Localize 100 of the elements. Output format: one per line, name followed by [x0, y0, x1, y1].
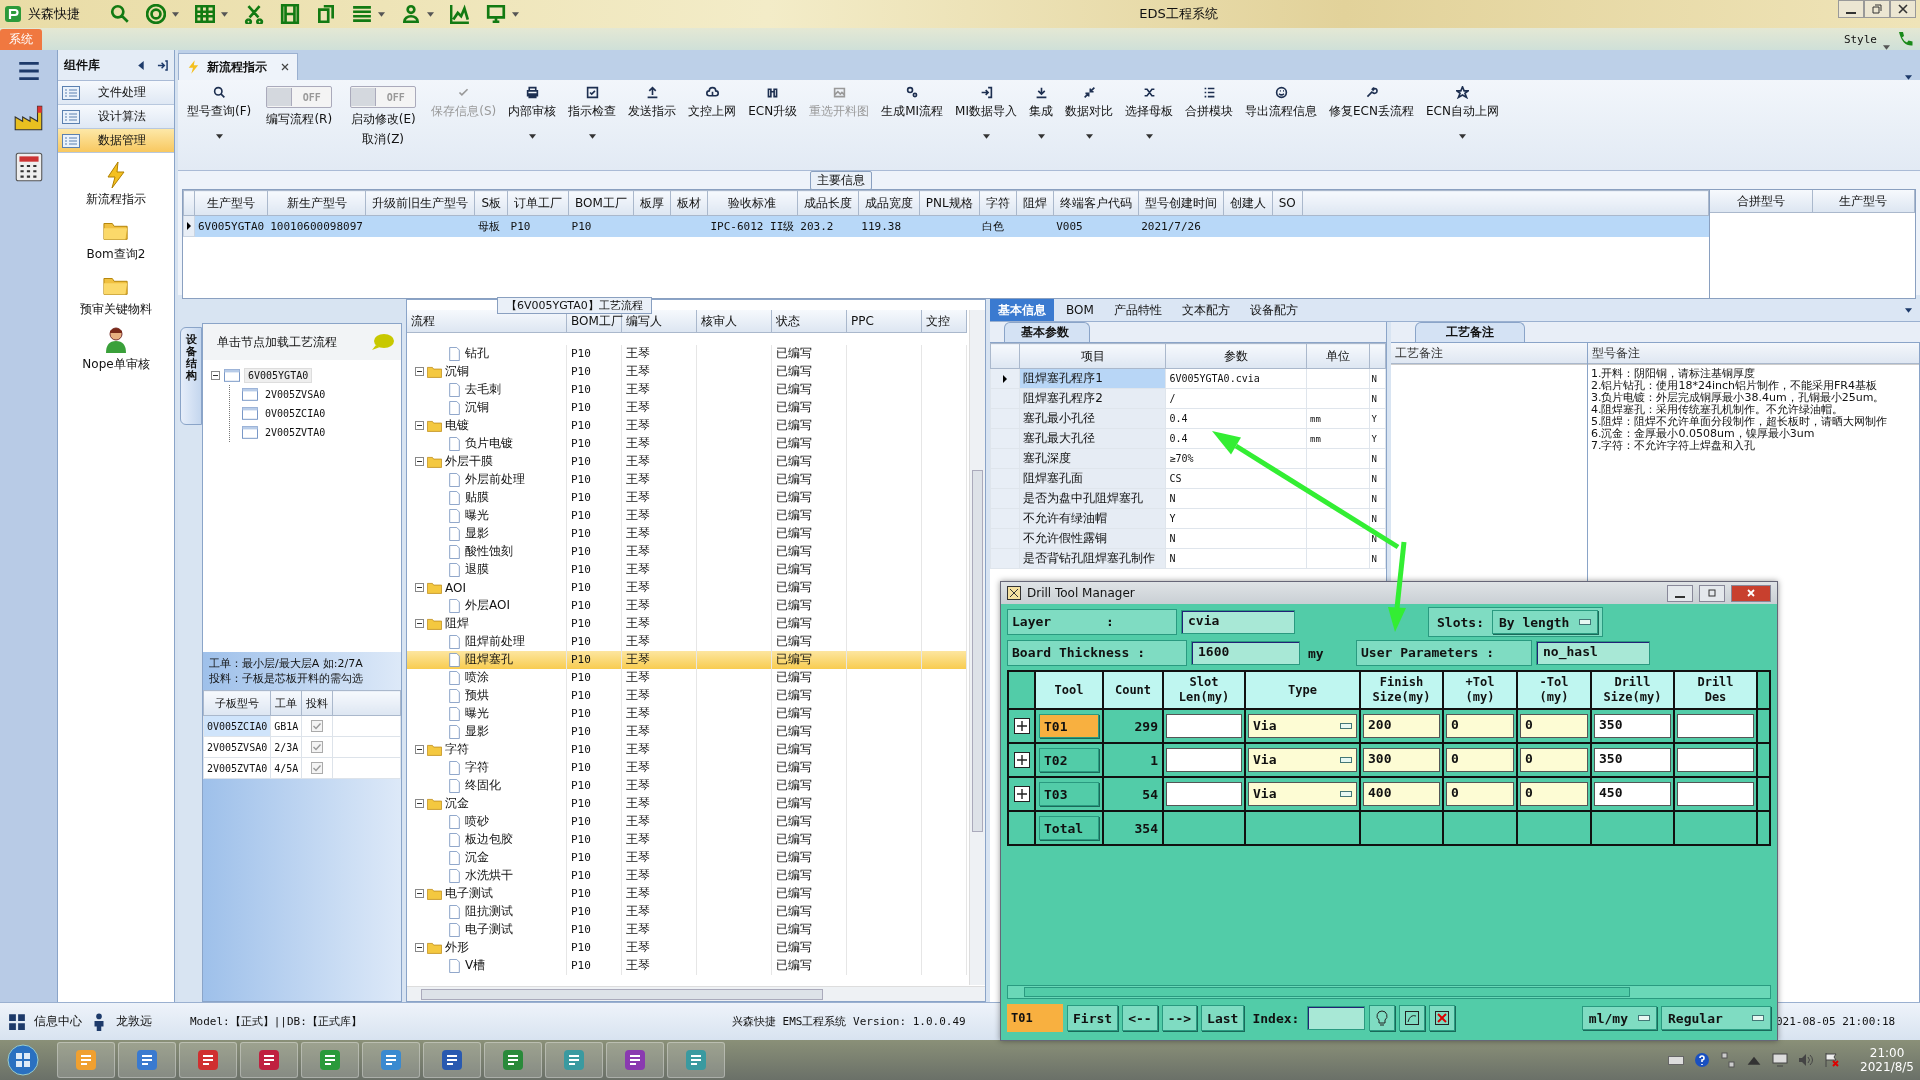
tree-item[interactable]: 字符 — [445, 741, 469, 758]
tool-button[interactable]: T01 — [1039, 714, 1099, 738]
column-header[interactable]: 字符 — [979, 190, 1017, 216]
nav-button[interactable]: <-- — [1122, 1005, 1158, 1031]
status-item[interactable]: 信息中心 — [34, 1013, 82, 1030]
tree-item[interactable]: 阻焊塞孔 — [465, 651, 513, 668]
expander-icon[interactable] — [415, 457, 424, 466]
toolbar-button[interactable]: 合拼模块 — [1182, 84, 1236, 122]
column-header[interactable]: 阻焊 — [1016, 190, 1054, 216]
tree-item[interactable]: 预烘 — [465, 687, 489, 704]
taskbar-button[interactable] — [423, 1042, 481, 1078]
tree-item[interactable]: V槽 — [465, 957, 486, 974]
toolbar-button[interactable]: 导出流程信息 — [1242, 84, 1320, 122]
tree-item[interactable]: 字符 — [465, 759, 489, 776]
tree-item[interactable]: 负片电镀 — [465, 435, 513, 452]
monitor-icon[interactable] — [486, 4, 506, 24]
close-button[interactable] — [1890, 0, 1916, 18]
column-header[interactable]: 文控 — [922, 310, 967, 332]
tree-item[interactable]: 电子测试 — [465, 921, 513, 938]
tree-item[interactable]: 喷砂 — [465, 813, 489, 830]
library-category[interactable]: 文件处理 — [58, 81, 174, 105]
library-item[interactable]: Bom查询2 — [86, 216, 146, 263]
taskbar-button[interactable] — [545, 1042, 603, 1078]
tree-item[interactable]: 终固化 — [465, 777, 501, 794]
tab[interactable]: 文本配方 — [1173, 299, 1238, 321]
column-header[interactable]: 子板型号 — [203, 690, 271, 716]
column-header[interactable]: 升级前旧生产型号 — [365, 190, 475, 216]
column-header[interactable]: 合拼型号 — [1710, 190, 1813, 212]
expander-icon[interactable] — [415, 619, 424, 628]
type-dropdown[interactable]: Via — [1248, 714, 1357, 738]
input-field[interactable] — [1307, 1006, 1366, 1030]
toolbar-button[interactable]: ECN自动上网 — [1422, 84, 1502, 141]
tab[interactable]: 工艺备注 — [1415, 322, 1525, 342]
rows-icon[interactable] — [352, 4, 372, 24]
search-icon[interactable] — [110, 4, 130, 24]
expander-icon[interactable] — [211, 371, 220, 380]
column-header[interactable]: 生产型号 — [1812, 190, 1915, 212]
help-icon[interactable] — [1694, 1052, 1711, 1068]
column-header[interactable]: 订单工厂 — [507, 190, 569, 216]
taskbar-button[interactable] — [179, 1042, 237, 1078]
tree-item[interactable]: 显影 — [465, 525, 489, 542]
taskbar-button[interactable] — [240, 1042, 298, 1078]
toolbar-button[interactable]: 生成MI流程 — [878, 84, 947, 122]
tab[interactable]: 基本信息 — [990, 299, 1054, 321]
dropdown[interactable]: Regular — [1661, 1006, 1771, 1030]
taskbar-button[interactable] — [667, 1042, 725, 1078]
expander-icon[interactable] — [415, 745, 424, 754]
column-header[interactable]: 投料 — [301, 690, 333, 716]
input-field[interactable] — [1677, 714, 1754, 738]
minimize-button[interactable] — [1667, 584, 1693, 602]
tree-item[interactable]: 沉金 — [445, 795, 469, 812]
tree-item[interactable]: 0V005ZCIA0 — [262, 407, 329, 420]
input-field[interactable]: no_hasl — [1536, 641, 1650, 665]
tree-item[interactable]: 外层AOI — [465, 597, 510, 614]
toolbar-button[interactable]: 内部审核 — [505, 84, 560, 141]
tab[interactable]: 基本参数 — [1004, 322, 1090, 342]
column-header[interactable]: 终端客户代码 — [1053, 190, 1139, 216]
tree-item[interactable]: 喷涂 — [465, 669, 489, 686]
tree-item[interactable]: 外层前处理 — [465, 471, 525, 488]
caret-icon[interactable] — [378, 11, 385, 17]
checkbox[interactable] — [311, 720, 324, 732]
column-header[interactable]: 成品长度 — [797, 190, 859, 216]
expand-icon[interactable] — [1013, 786, 1030, 802]
input-field[interactable]: 350 — [1594, 748, 1671, 772]
tree-item[interactable]: 阻焊前处理 — [465, 633, 525, 650]
style-menu[interactable]: Style — [1843, 32, 1877, 46]
column-header[interactable]: 核审人 — [697, 310, 772, 332]
network-icon[interactable] — [1720, 1052, 1737, 1068]
input-field[interactable]: 300 — [1363, 748, 1440, 772]
collapse-icon[interactable] — [136, 59, 147, 71]
column-header[interactable]: 参数 — [1165, 343, 1307, 369]
column-header[interactable]: BOM工厂 — [568, 190, 634, 216]
column-header[interactable]: S板 — [474, 190, 508, 216]
tree-item[interactable]: 去毛刺 — [465, 381, 501, 398]
expand-icon[interactable] — [1013, 718, 1030, 734]
column-header[interactable]: 型号创建时间 — [1138, 190, 1224, 216]
nav-button[interactable]: Last — [1201, 1005, 1245, 1031]
tree-item[interactable]: 曝光 — [465, 507, 489, 524]
checkbox[interactable] — [311, 741, 324, 753]
column-header[interactable]: 板材 — [670, 190, 708, 216]
tree-item[interactable]: 显影 — [465, 723, 489, 740]
column-header[interactable]: 项目 — [1019, 343, 1166, 369]
caret-icon[interactable] — [172, 11, 179, 17]
nav-button[interactable]: --> — [1161, 1005, 1198, 1031]
tree-item[interactable]: 阻焊 — [445, 615, 469, 632]
input-field[interactable] — [1677, 748, 1754, 772]
input-field[interactable] — [1166, 748, 1242, 772]
icon-button[interactable] — [1429, 1005, 1456, 1031]
expander-icon[interactable] — [415, 799, 424, 808]
input-field[interactable]: 0 — [1520, 782, 1588, 806]
tree-item[interactable]: 贴膜 — [465, 489, 489, 506]
library-item[interactable]: 新流程指示 — [86, 161, 146, 208]
phone-icon[interactable] — [1896, 30, 1914, 48]
person-icon[interactable] — [401, 4, 421, 24]
caret-icon[interactable] — [512, 11, 519, 17]
start-button[interactable] — [6, 1043, 40, 1077]
speaker-icon[interactable] — [1798, 1052, 1815, 1068]
caret-icon[interactable] — [427, 11, 434, 17]
table-icon[interactable] — [195, 4, 215, 24]
tool-button[interactable]: T02 — [1039, 748, 1099, 772]
